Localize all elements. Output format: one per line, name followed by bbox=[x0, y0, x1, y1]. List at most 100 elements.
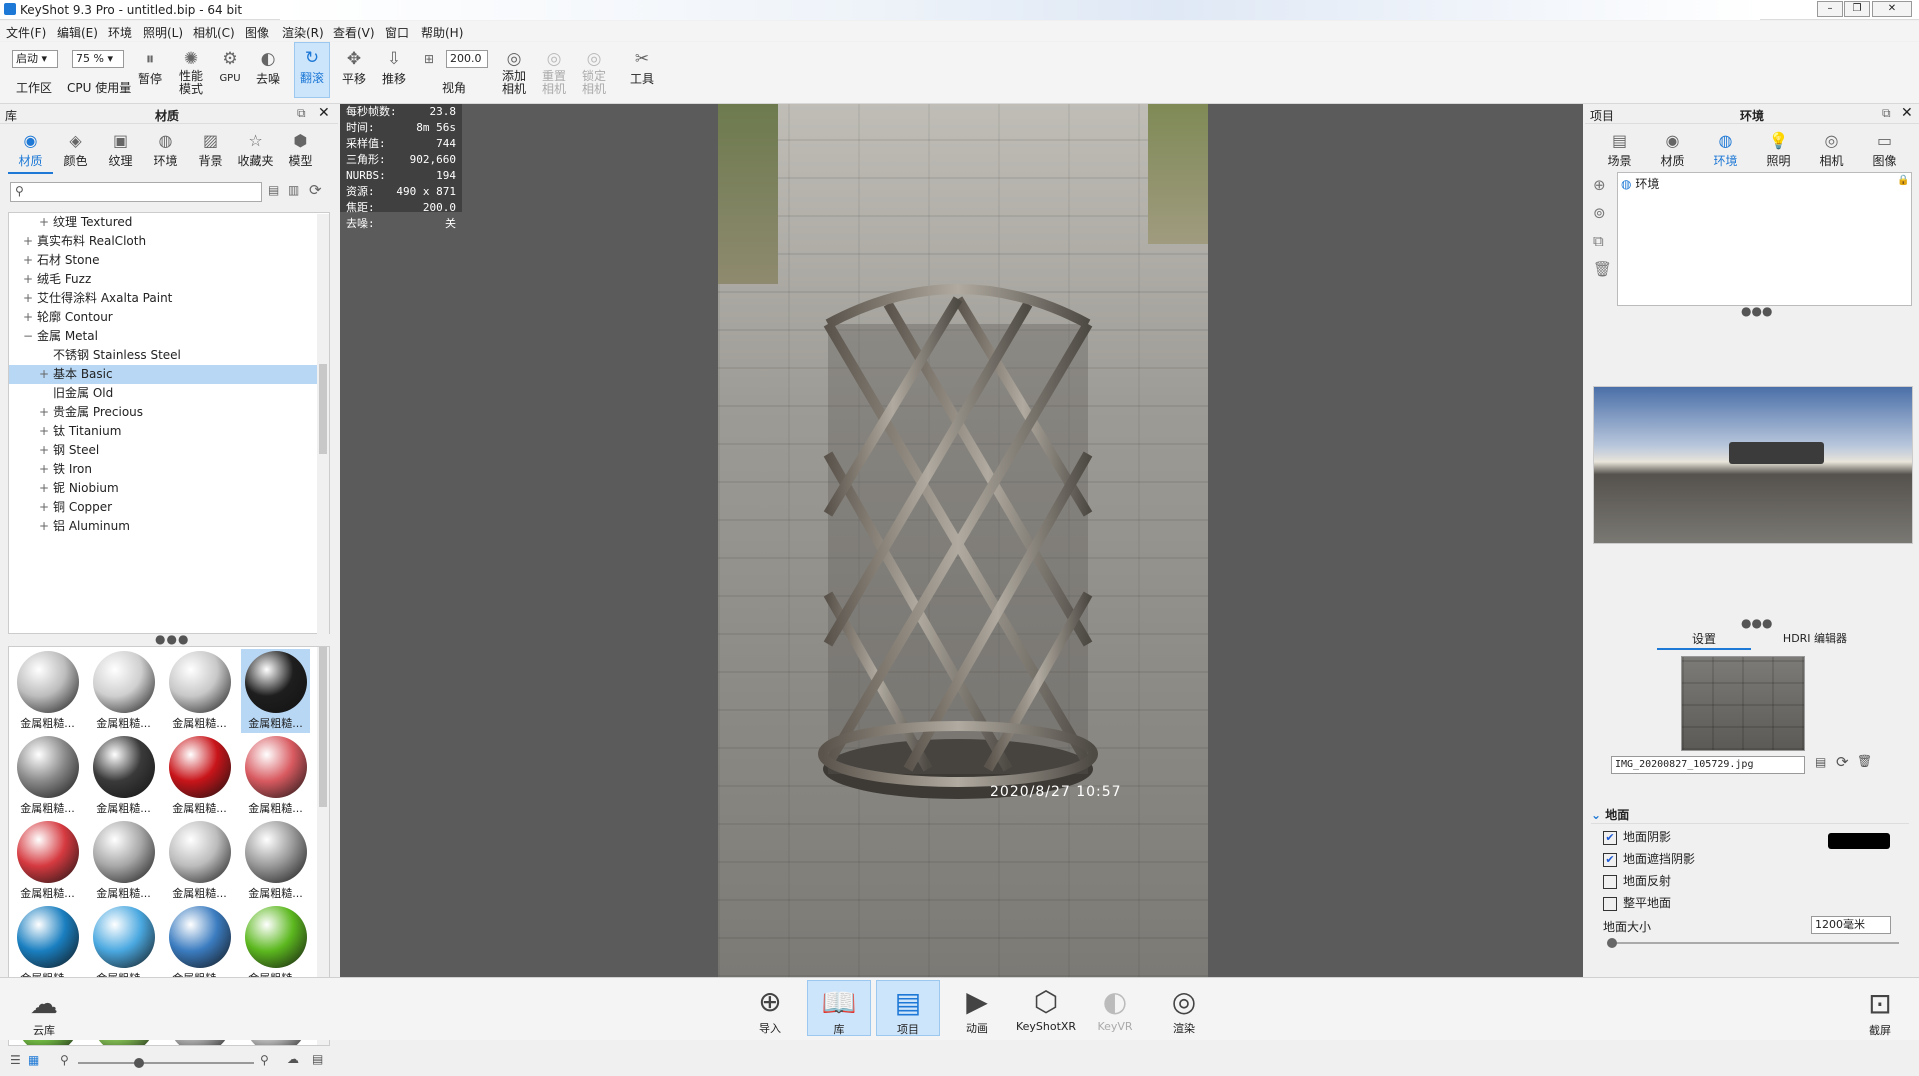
pan-button[interactable]: ✥ 平移 bbox=[338, 44, 370, 87]
splitter-handle[interactable]: ●●● bbox=[1741, 616, 1772, 630]
import-folder-icon[interactable]: ▤ bbox=[312, 1052, 323, 1066]
close-icon[interactable]: ✕ bbox=[318, 105, 330, 121]
tree-scrollbar[interactable] bbox=[317, 214, 329, 634]
grid-view-icon[interactable]: ▦ bbox=[28, 1053, 39, 1067]
reset-camera-button[interactable]: ◎ 重置 相机 bbox=[538, 44, 570, 96]
tab-texture[interactable]: ▣ 纹理 bbox=[98, 130, 143, 174]
expander-icon[interactable]: + bbox=[23, 251, 37, 270]
expander-icon[interactable]: + bbox=[39, 479, 53, 498]
tab-background[interactable]: ▨ 背景 bbox=[188, 130, 233, 174]
tree-item[interactable]: + 轮廓 Contour bbox=[9, 308, 329, 327]
material-thumbnail[interactable]: 金属粗糙... bbox=[165, 649, 234, 733]
zoom-in-icon[interactable]: ⚲ bbox=[260, 1053, 269, 1067]
ground-section-header[interactable]: ⌄ 地面 bbox=[1591, 806, 1909, 824]
tab-scene[interactable]: ▤ 场景 bbox=[1593, 130, 1646, 174]
material-thumbnail[interactable]: 金属粗糙... bbox=[89, 649, 158, 733]
library-button[interactable]: 📖 库 bbox=[807, 980, 871, 1036]
gpu-button[interactable]: ⚙ GPU bbox=[214, 44, 246, 84]
checkbox[interactable]: ✔ bbox=[1603, 852, 1617, 867]
material-thumbnail[interactable]: 金属粗糙... bbox=[241, 649, 310, 733]
expander-icon[interactable]: + bbox=[23, 308, 37, 327]
tree-item[interactable]: + 钢 Steel bbox=[9, 441, 329, 460]
shadow-color-swatch[interactable] bbox=[1828, 833, 1890, 849]
material-thumbnail[interactable]: 金属粗糙... bbox=[89, 734, 158, 818]
project-button[interactable]: ▤ 项目 bbox=[876, 980, 940, 1036]
tab-settings[interactable]: 设置 bbox=[1657, 630, 1751, 650]
tab-material[interactable]: ◉ 材质 bbox=[8, 130, 53, 174]
tree-item[interactable]: + 贵金属 Precious bbox=[9, 403, 329, 422]
library-search-input[interactable]: ⚲ bbox=[10, 182, 262, 202]
float-icon[interactable]: ⧉ bbox=[1882, 106, 1891, 121]
delete-icon[interactable]: 🗑 bbox=[1593, 260, 1617, 288]
checkbox[interactable] bbox=[1603, 874, 1617, 889]
tab-hdri-editor[interactable]: HDRI 编辑器 bbox=[1755, 630, 1875, 650]
list-view-icon[interactable]: ☰ bbox=[10, 1053, 21, 1067]
menu-item[interactable]: 帮助(H) bbox=[421, 24, 463, 41]
material-thumbnail[interactable]: 金属粗糙... bbox=[13, 904, 82, 988]
ground-option[interactable]: 整平地面 bbox=[1603, 894, 1903, 916]
expander-icon[interactable]: + bbox=[23, 232, 37, 251]
material-thumbnail[interactable]: 金属粗糙... bbox=[13, 734, 82, 818]
material-thumbnail[interactable]: 金属粗糙... bbox=[241, 734, 310, 818]
cpu-select[interactable]: 75 % ▾ bbox=[72, 50, 124, 68]
menu-item[interactable]: 图像 bbox=[245, 24, 269, 41]
checkbox[interactable] bbox=[1603, 896, 1617, 911]
menu-item[interactable]: 编辑(E) bbox=[57, 24, 98, 41]
pause-button[interactable]: ⏸ 暂停 bbox=[134, 44, 166, 87]
material-thumbnail[interactable]: 金属粗糙... bbox=[241, 819, 310, 903]
menu-item[interactable]: 环境 bbox=[108, 24, 132, 41]
tree-item[interactable]: + 铜 Copper bbox=[9, 498, 329, 517]
dolly-button[interactable]: ⇩ 推移 bbox=[378, 44, 410, 87]
tree-item[interactable]: 不锈钢 Stainless Steel bbox=[9, 346, 329, 365]
background-file-input[interactable]: IMG_20200827_105729.jpg bbox=[1611, 756, 1805, 774]
folder-add-icon[interactable]: ▥ bbox=[288, 183, 299, 197]
tumble-button[interactable]: ↻ 翻滚 bbox=[294, 42, 330, 98]
render-viewport[interactable]: 2020/8/27 10:57 每秒帧数: 23.8 时间: 8m 56s 采样值: 74… bbox=[340, 104, 1583, 977]
thumbnail-size-slider[interactable] bbox=[78, 1058, 254, 1068]
tree-item[interactable]: + 铝 Aluminum bbox=[9, 517, 329, 536]
expander-icon[interactable]: − bbox=[23, 327, 37, 346]
tree-item[interactable]: + 真实布料 RealCloth bbox=[9, 232, 329, 251]
zoom-out-icon[interactable]: ⚲ bbox=[60, 1053, 69, 1067]
tree-item[interactable]: + 艾仕得涂料 Axalta Paint bbox=[9, 289, 329, 308]
tab-image[interactable]: ▭ 图像 bbox=[1858, 130, 1911, 174]
expander-icon[interactable]: + bbox=[39, 422, 53, 441]
render-button[interactable]: ◎ 渲染 bbox=[1152, 980, 1216, 1036]
material-thumbnail[interactable]: 金属粗糙... bbox=[165, 904, 234, 988]
tools-button[interactable]: ✂ 工具 bbox=[626, 44, 658, 87]
lock-icon[interactable]: 🔒 bbox=[1897, 175, 1909, 186]
menu-item[interactable]: 相机(C) bbox=[193, 24, 235, 41]
expander-icon[interactable]: + bbox=[39, 460, 53, 479]
copy-environment-icon[interactable]: ⧉ bbox=[1593, 232, 1617, 260]
ground-size-input[interactable]: 1200毫米 bbox=[1811, 916, 1891, 934]
material-thumbnail[interactable]: 金属粗糙... bbox=[13, 649, 82, 733]
tab-color[interactable]: ◈ 颜色 bbox=[53, 130, 98, 174]
tree-item[interactable]: + 铁 Iron bbox=[9, 460, 329, 479]
expander-icon[interactable]: + bbox=[39, 517, 53, 536]
menu-item[interactable]: 文件(F) bbox=[6, 24, 46, 41]
tree-item[interactable]: + 钛 Titanium bbox=[9, 422, 329, 441]
tree-item[interactable]: + 纹理 Textured bbox=[9, 213, 329, 232]
folder-open-icon[interactable]: ▤ bbox=[1815, 755, 1826, 769]
maximize-button[interactable]: ❐ bbox=[1844, 1, 1870, 17]
tab-model[interactable]: ⬢ 模型 bbox=[278, 130, 323, 174]
tree-item[interactable]: 旧金属 Old bbox=[9, 384, 329, 403]
expander-icon[interactable]: + bbox=[39, 498, 53, 517]
screenshot-button[interactable]: ⊡ 截屏 bbox=[1848, 982, 1912, 1038]
close-icon[interactable]: ✕ bbox=[1901, 105, 1913, 121]
environment-item[interactable]: ◍ 环境 bbox=[1621, 175, 1659, 191]
expander-icon[interactable]: + bbox=[39, 403, 53, 422]
tab-lighting[interactable]: 💡 照明 bbox=[1752, 130, 1805, 174]
performance-mode-button[interactable]: ✺ 性能 模式 bbox=[175, 44, 207, 96]
expander-icon[interactable]: + bbox=[39, 441, 53, 460]
float-icon[interactable]: ⧉ bbox=[297, 106, 306, 121]
tab-environment[interactable]: ◍ 环境 bbox=[1699, 130, 1752, 174]
background-image-thumbnail[interactable] bbox=[1681, 656, 1805, 751]
material-thumbnail[interactable]: 金属粗糙... bbox=[89, 819, 158, 903]
ground-option[interactable]: 地面反射 bbox=[1603, 872, 1903, 894]
menu-item[interactable]: 查看(V) bbox=[333, 24, 375, 41]
tree-item[interactable]: + 绒毛 Fuzz bbox=[9, 270, 329, 289]
material-thumbnail[interactable]: 金属粗糙... bbox=[165, 819, 234, 903]
material-thumbnail[interactable]: 金属粗糙... bbox=[89, 904, 158, 988]
refresh-icon[interactable]: ⟳ bbox=[309, 181, 322, 199]
